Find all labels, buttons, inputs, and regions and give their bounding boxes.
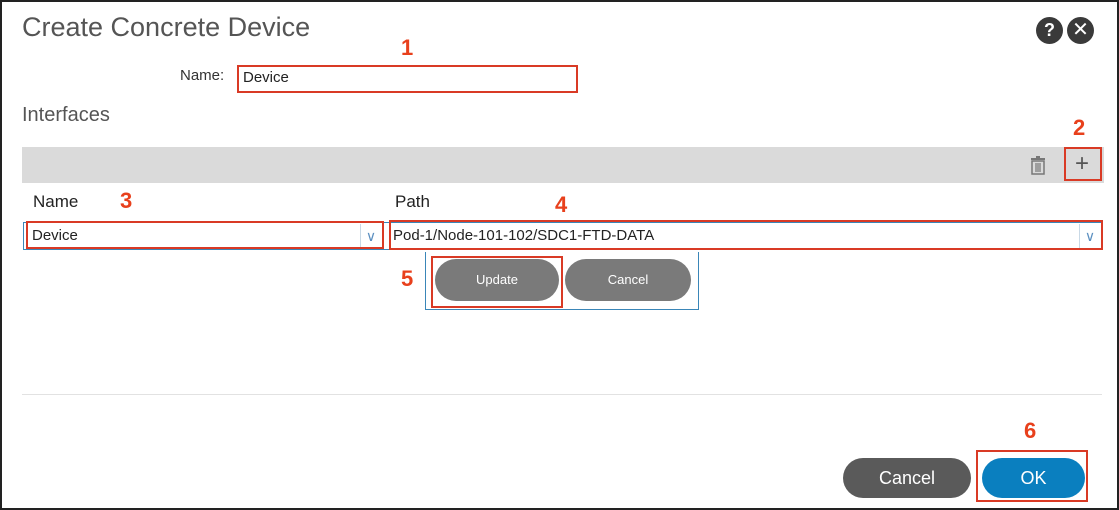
trash-icon[interactable]: [1028, 155, 1048, 175]
interfaces-toolbar: [22, 147, 1104, 183]
name-label: Name:: [180, 67, 225, 84]
highlight-path-select: [389, 220, 1103, 250]
highlight-name-select: [26, 221, 384, 249]
highlight-add-button: [1064, 147, 1102, 181]
help-icon[interactable]: ?: [1036, 17, 1063, 44]
highlight-ok-button: [976, 450, 1088, 502]
highlight-name-input: [237, 65, 578, 93]
column-header-name: Name: [33, 192, 79, 211]
annotation-number-1: 1: [401, 35, 414, 60]
close-icon[interactable]: ✕: [1067, 17, 1094, 44]
annotation-number-4: 4: [555, 192, 568, 217]
annotation-number-2: 2: [1073, 115, 1086, 140]
column-header-path: Path: [395, 192, 430, 211]
interfaces-title: Interfaces: [22, 104, 110, 126]
cancel-button[interactable]: Cancel: [843, 458, 971, 498]
annotation-number-6: 6: [1024, 418, 1037, 443]
row-cancel-button[interactable]: Cancel: [565, 259, 691, 301]
annotation-number-3: 3: [120, 188, 133, 213]
dialog-title: Create Concrete Device: [22, 12, 311, 42]
highlight-update-button: [431, 256, 563, 308]
footer-divider: [22, 394, 1102, 395]
annotation-number-5: 5: [401, 266, 414, 291]
